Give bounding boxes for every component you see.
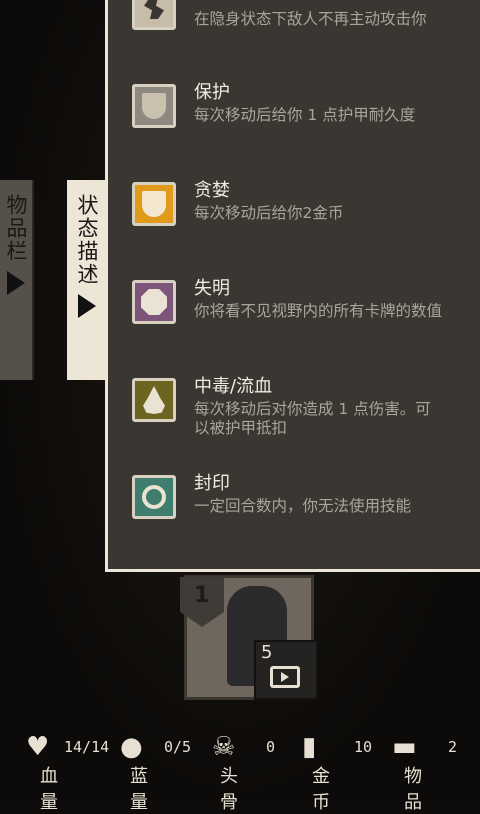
stat-coins-label: 金币 [312, 766, 330, 813]
tab-status-description[interactable]: 状态描述 [67, 180, 107, 380]
poison-drop-icon [132, 378, 176, 422]
stat-items-label: 物品 [404, 766, 422, 813]
status-desc: 每次移动后给你 1 点护甲耐久度 [194, 106, 416, 124]
status-desc: 一定回合数内，你无法使用技能 [194, 497, 412, 515]
stat-skulls-label: 头骨 [220, 766, 238, 813]
greed-shield-icon [132, 182, 176, 226]
status-name: 中毒/流血 [194, 376, 273, 397]
status-description-panel[interactable]: 在隐身状态下敌人不再主动攻击你 保护 每次移动后给你 1 点护甲耐久度 贪婪 每… [105, 0, 480, 572]
status-name: 失明 [194, 278, 230, 299]
skull-icon: ☠ [212, 732, 236, 762]
tab-inventory-label: 物品栏 [4, 194, 28, 263]
stat-mana-value: 0/5 [164, 738, 192, 756]
player-stats-bar: ♥ 14/14 血量 ● 0/5 蓝量 ☠ 0 头骨 ▮ 10 金币 ▬ 2 物… [0, 730, 480, 813]
chest-icon: ▬ [392, 732, 417, 762]
heart-icon: ♥ [26, 732, 50, 762]
status-desc: 每次移动后给你2金币 [194, 204, 344, 222]
stat-skulls-value: 0 [266, 738, 276, 756]
video-reward-count: 5 [261, 642, 273, 663]
stat-health-value: 14/14 [64, 738, 110, 756]
status-name: 贪婪 [194, 180, 230, 201]
coin-icon: ▮ [302, 732, 317, 762]
stat-mana-label: 蓝量 [130, 766, 148, 813]
stat-items-value: 2 [448, 738, 458, 756]
play-video-icon [270, 666, 300, 688]
shield-icon [132, 84, 176, 128]
status-name: 封印 [194, 473, 230, 494]
blind-icon [132, 280, 176, 324]
seal-icon [132, 475, 176, 519]
arrow-right-icon [7, 271, 25, 295]
tab-inventory[interactable]: 物品栏 [0, 180, 34, 380]
status-desc: 在隐身状态下敌人不再主动攻击你 [194, 10, 427, 28]
stat-coins-value: 10 [354, 738, 373, 756]
mana-potion-icon: ● [120, 732, 143, 762]
video-reward-button[interactable]: 5 [254, 640, 318, 700]
card-value: 1 [194, 583, 210, 608]
arrow-right-icon [78, 294, 96, 318]
stat-health-label: 血量 [40, 766, 58, 813]
status-name: 保护 [194, 82, 230, 103]
status-desc: 你将看不见视野内的所有卡牌的数值 [194, 302, 443, 320]
tab-status-label: 状态描述 [75, 194, 99, 286]
status-desc: 每次移动后对你造成 1 点伤害。可以被护甲抵扣 [194, 400, 431, 437]
stealth-icon [132, 0, 176, 30]
